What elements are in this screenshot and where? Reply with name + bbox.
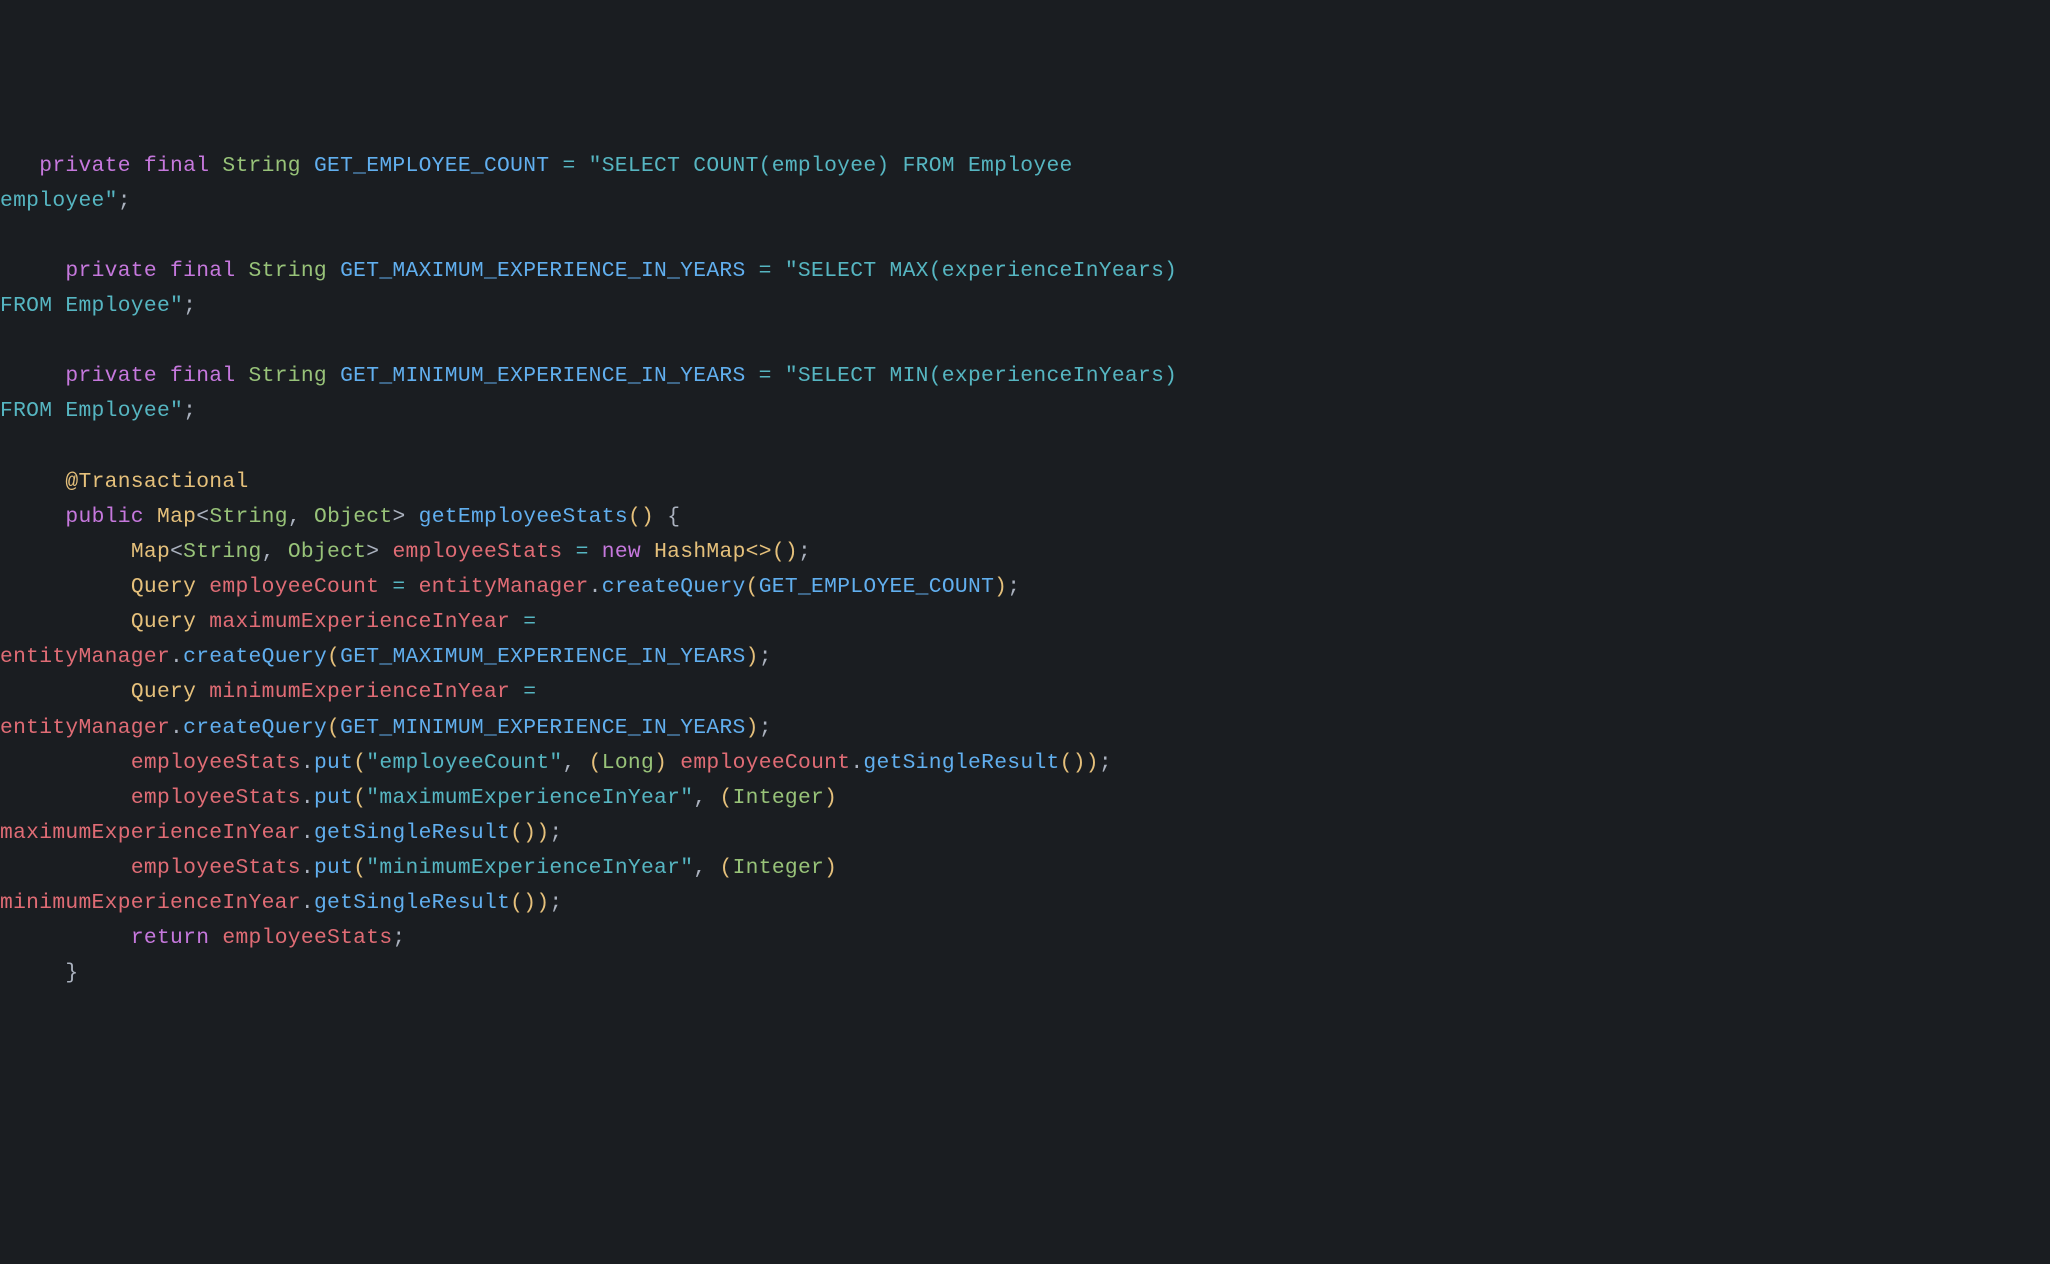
code-line: employee";	[0, 189, 131, 213]
code-line: Query maximumExperienceInYear =	[0, 610, 549, 634]
code-line: private final String GET_MAXIMUM_EXPERIE…	[0, 259, 1190, 283]
code-line: @Transactional	[0, 470, 249, 494]
code-line: FROM Employee";	[0, 294, 196, 318]
code-line: public Map<String, Object> getEmployeeSt…	[0, 505, 680, 529]
code-line: employeeStats.put("minimumExperienceInYe…	[0, 856, 850, 880]
code-line: entityManager.createQuery(GET_MINIMUM_EX…	[0, 716, 772, 740]
code-line: employeeStats.put("employeeCount", (Long…	[0, 751, 1112, 775]
code-line: FROM Employee";	[0, 399, 196, 423]
code-line: }	[0, 961, 79, 985]
code-line: employeeStats.put("maximumExperienceInYe…	[0, 786, 850, 810]
code-line: maximumExperienceInYear.getSingleResult(…	[0, 821, 563, 845]
code-line: entityManager.createQuery(GET_MAXIMUM_EX…	[0, 645, 772, 669]
code-line: private final String GET_MINIMUM_EXPERIE…	[0, 364, 1190, 388]
code-line: return employeeStats;	[0, 926, 406, 950]
code-line: private final String GET_EMPLOYEE_COUNT …	[0, 154, 1086, 178]
code-line: Query minimumExperienceInYear =	[0, 680, 549, 704]
code-line: Map<String, Object> employeeStats = new …	[0, 540, 811, 564]
code-line: Query employeeCount = entityManager.crea…	[0, 575, 1020, 599]
code-block: private final String GET_EMPLOYEE_COUNT …	[0, 141, 2050, 1000]
code-line: minimumExperienceInYear.getSingleResult(…	[0, 891, 563, 915]
